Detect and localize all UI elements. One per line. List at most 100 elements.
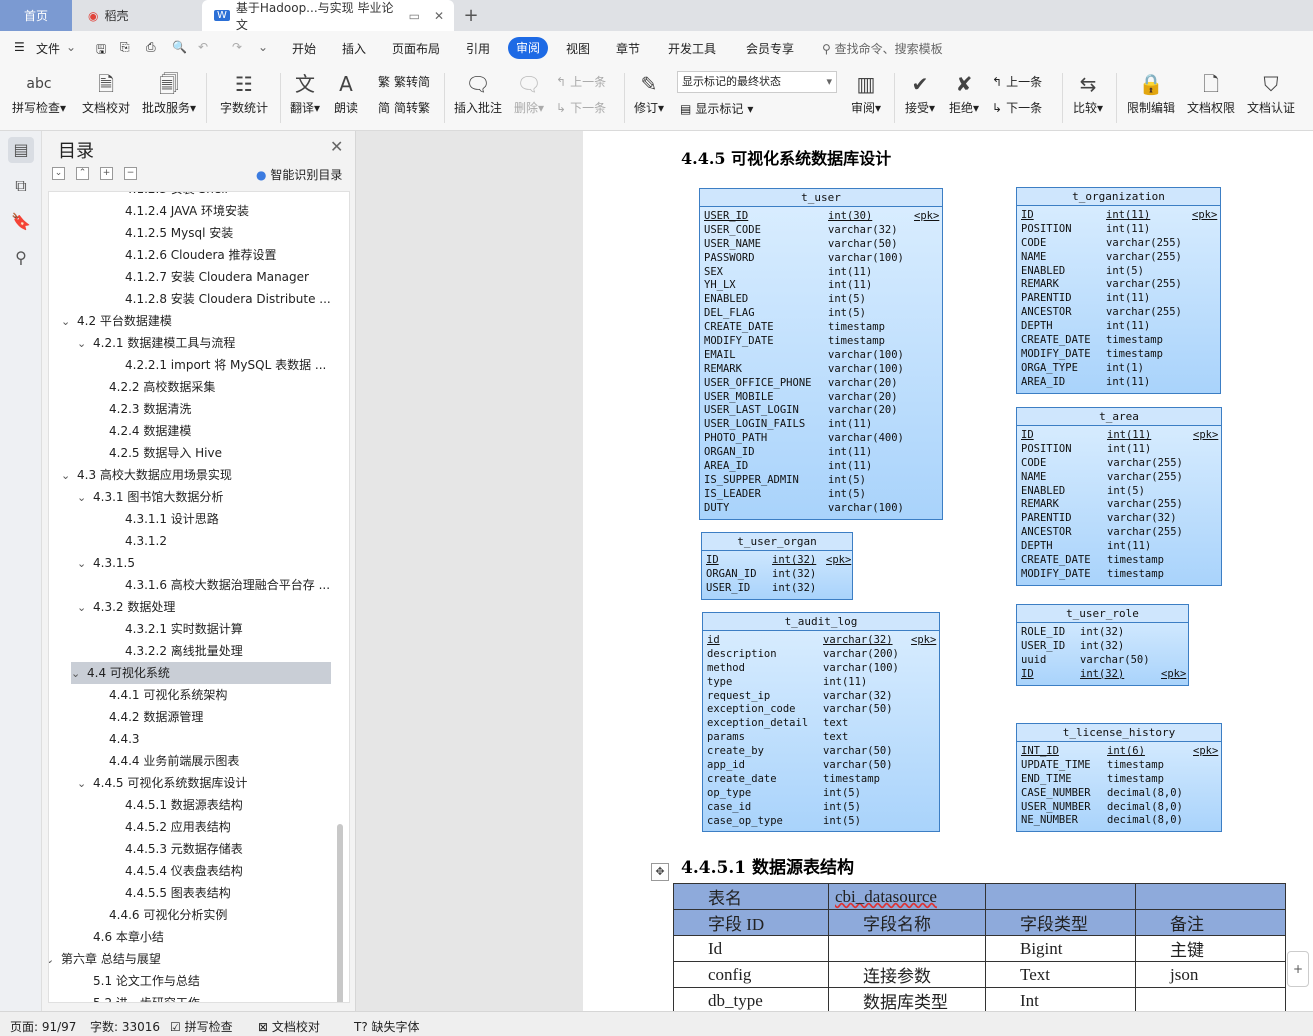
toc-scrollbar[interactable]	[337, 824, 343, 1002]
proofread-button[interactable]: 🗎 文档校对	[80, 69, 132, 116]
expand-all-icon[interactable]: ⌄	[52, 167, 65, 180]
missing-font[interactable]: T? 缺失字体	[354, 1018, 420, 1035]
chevron-down-icon[interactable]: ⌄	[66, 40, 76, 54]
status-proofread[interactable]: ⊠ 文档校对	[258, 1018, 320, 1035]
preview-icon[interactable]: 🔍	[172, 40, 187, 54]
menu-devtools[interactable]: 开发工具	[668, 40, 716, 57]
customize-icon[interactable]: ⌄	[258, 40, 268, 54]
expand-arrow-icon[interactable]: ⌄	[77, 597, 93, 619]
status-spell-check[interactable]: ☑ 拼写检查	[170, 1018, 233, 1035]
toc-item[interactable]: ⌄ 4.3 高校大数据应用场景实现	[61, 464, 232, 486]
table-cell[interactable]: 字段 ID	[673, 909, 829, 936]
toc-item[interactable]: ⌄ 4.4.5 可视化系统数据库设计	[77, 772, 247, 794]
toc-item[interactable]: ⌄ 4.2.1 数据建模工具与流程	[77, 332, 235, 354]
toc-item[interactable]: 4.4.5.1 数据源表结构	[125, 794, 243, 816]
toc-item[interactable]: 5.2 进一步研究工作	[93, 992, 200, 1002]
table-cell[interactable]: Bigint	[985, 935, 1136, 962]
toc-item[interactable]: 4.4.2 数据源管理	[109, 706, 203, 728]
prev-comment-button[interactable]: ↰ 上一条	[556, 73, 606, 90]
toc-item[interactable]: ⌄ 4.4 可视化系统	[71, 662, 331, 684]
bookmark-icon[interactable]: 🔖	[8, 209, 34, 235]
spell-check-button[interactable]: abc 拼写检查▾	[10, 69, 68, 116]
close-tab-icon[interactable]: ✕	[434, 9, 444, 23]
smart-toc-button[interactable]: ● 智能识别目录	[256, 166, 342, 183]
table-cell[interactable]: 字段类型	[985, 909, 1136, 936]
print-icon[interactable]: ⎙	[146, 40, 156, 55]
expand-arrow-icon[interactable]: ⌄	[71, 663, 87, 685]
table-cell[interactable]: config	[673, 961, 829, 988]
toc-item[interactable]: 4.1.2.8 安装 Cloudera Distribute ...	[125, 288, 331, 310]
toc-item[interactable]: 4.4.5.2 应用表结构	[125, 816, 231, 838]
tab-document[interactable]: W 基于Hadoop...与实现 毕业论文 ▭ ✕	[202, 0, 454, 32]
translate-button[interactable]: 文翻译▾	[286, 69, 324, 116]
toc-item[interactable]: 4.1.2.6 Cloudera 推荐设置	[125, 244, 277, 266]
word-count[interactable]: 字数: 33016	[90, 1018, 160, 1035]
toc-item[interactable]: ⌄ 4.3.1.5	[77, 552, 135, 574]
table-cell[interactable]: db_type	[673, 987, 829, 1014]
collapse-all-icon[interactable]: ⌃	[76, 167, 89, 180]
table-cell[interactable]: cbi_datasource	[828, 883, 986, 910]
next-change-button[interactable]: ↳ 下一条	[992, 99, 1042, 116]
toc-item[interactable]: 4.4.3	[109, 728, 140, 750]
close-icon[interactable]: ✕	[330, 137, 343, 156]
table-cell[interactable]: 数据库类型	[828, 987, 986, 1014]
menu-start[interactable]: 开始	[292, 40, 316, 57]
toc-item[interactable]: 4.2.2.1 import 将 MySQL 表数据 ...	[125, 354, 326, 376]
tab-daoke[interactable]: ◉ 稻壳	[74, 0, 200, 31]
table-cell[interactable]: 字段名称	[828, 909, 986, 936]
hamburger-icon[interactable]: ☰	[14, 40, 25, 54]
toc-item[interactable]: ⌄ 4.3.2 数据处理	[77, 596, 175, 618]
undo-icon[interactable]: ↶	[198, 40, 208, 54]
toc-item[interactable]: 4.3.1.2	[125, 530, 167, 552]
toc-item[interactable]: ⌄ 4.3.1 图书馆大数据分析	[77, 486, 223, 508]
expand-arrow-icon[interactable]: ⌄	[77, 773, 93, 795]
toc-item[interactable]: 5.1 论文工作与总结	[93, 970, 200, 992]
delete-comment-button[interactable]: 🗨 删除▾	[510, 69, 548, 116]
toc-item[interactable]: 4.3.2.1 实时数据计算	[125, 618, 243, 640]
document-rights-button[interactable]: 🗋 文档权限	[1184, 69, 1238, 116]
menu-reference[interactable]: 引用	[466, 40, 490, 57]
toc-item[interactable]: 4.4.5.5 图表表结构	[125, 882, 231, 904]
reject-button[interactable]: ✘ 拒绝▾	[944, 69, 984, 116]
toc-item[interactable]: 4.6 本章小结	[93, 926, 164, 948]
table-cell[interactable]: Text	[985, 961, 1136, 988]
toc-item[interactable]: 4.1.2.7 安装 Cloudera Manager	[125, 266, 309, 288]
menu-file[interactable]: 文件	[36, 40, 60, 57]
next-comment-button[interactable]: ↳ 下一条	[556, 99, 606, 116]
add-row-button[interactable]: +	[1287, 951, 1309, 987]
table-cell[interactable]: json	[1135, 961, 1286, 988]
toc-icon[interactable]: ▤	[8, 137, 34, 163]
read-aloud-button[interactable]: A 朗读	[330, 69, 362, 116]
expand-arrow-icon[interactable]: ⌄	[61, 311, 77, 333]
toc-item[interactable]: 4.2.4 数据建模	[109, 420, 191, 442]
toc-item[interactable]: ⌄第六章 总结与展望	[49, 948, 161, 971]
toc-item[interactable]: 4.2.5 数据导入 Hive	[109, 442, 222, 464]
remove-heading-icon[interactable]: −	[124, 167, 137, 180]
expand-arrow-icon[interactable]: ⌄	[77, 553, 93, 575]
review-pane-button[interactable]: ▥ 审阅▾	[846, 69, 886, 116]
track-changes-button[interactable]: ✎ 修订▾	[630, 69, 668, 116]
page-indicator[interactable]: 页面: 91/97	[10, 1018, 76, 1035]
document-certify-button[interactable]: ⛉ 文档认证	[1244, 69, 1298, 116]
table-cell[interactable]: Id	[673, 935, 829, 962]
simp-to-trad-button[interactable]: 简简转繁	[378, 99, 430, 116]
table-cell[interactable]: 连接参数	[828, 961, 986, 988]
compare-button[interactable]: ⇆ 比较▾	[1068, 69, 1108, 116]
table-cell[interactable]: Int	[985, 987, 1136, 1014]
monitor-icon[interactable]: ▭	[409, 9, 420, 23]
expand-arrow-icon[interactable]: ⌄	[49, 949, 61, 971]
move-icon[interactable]: ✥	[651, 863, 669, 881]
table-cell[interactable]	[1135, 987, 1286, 1014]
save-icon[interactable]: 🖫	[96, 40, 106, 61]
toc-item[interactable]: 4.3.1.1 设计思路	[125, 508, 219, 530]
menu-view[interactable]: 视图	[566, 40, 590, 57]
new-tab-button[interactable]: +	[460, 0, 482, 31]
toc-item[interactable]: 4.4.4 业务前端展示图表	[109, 750, 239, 772]
table-cell[interactable]	[985, 883, 1136, 910]
export-icon[interactable]: ⎘	[120, 40, 130, 55]
menu-review[interactable]: 审阅	[508, 37, 548, 59]
toc-item[interactable]: 4.1.2.5 Mysql 安装	[125, 222, 233, 244]
show-markup-button[interactable]: ▤ 显示标记 ▾	[680, 100, 753, 117]
tab-home[interactable]: 首页	[0, 0, 72, 31]
trad-to-simp-button[interactable]: 繁繁转简	[378, 73, 430, 90]
